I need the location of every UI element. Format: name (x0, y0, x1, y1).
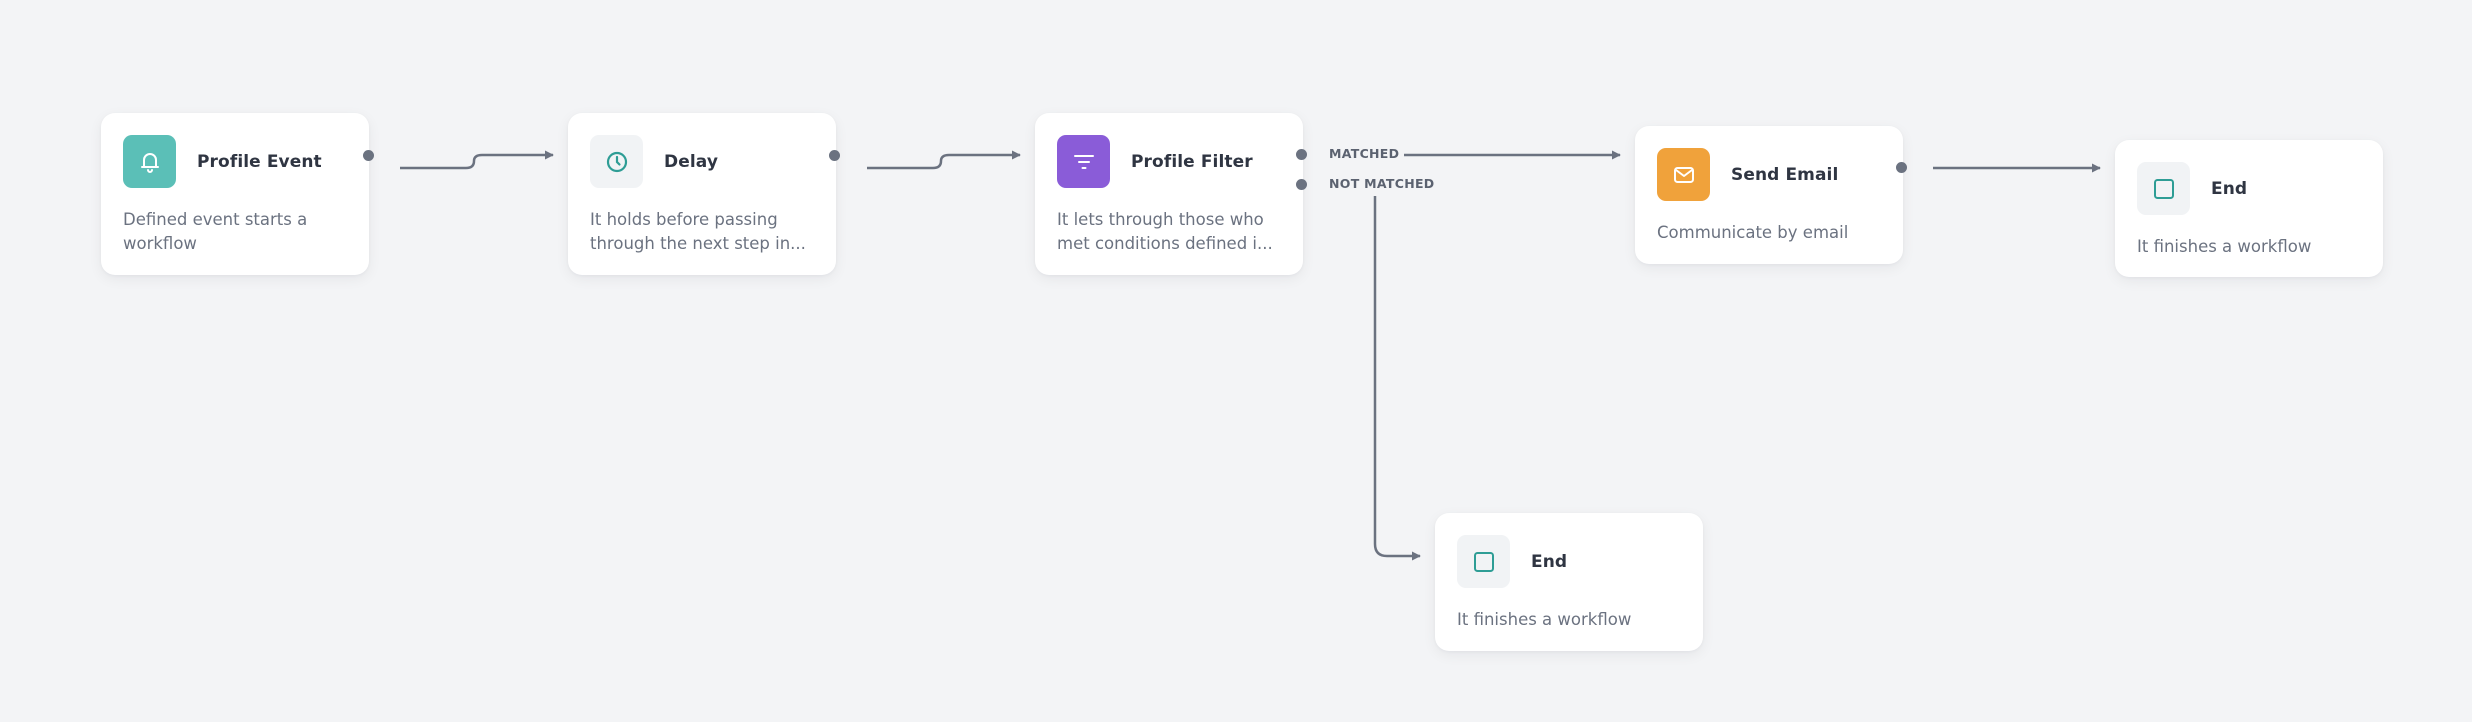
node-profile-filter[interactable]: Profile Filter It lets through those who… (1035, 113, 1303, 275)
node-title: End (2211, 178, 2248, 199)
node-title: End (1531, 551, 1568, 572)
mail-icon (1657, 148, 1710, 201)
node-description: It finishes a workflow (2137, 237, 2312, 256)
node-description: Communicate by email (1657, 223, 1849, 242)
square-icon (1457, 535, 1510, 588)
clock-icon (590, 135, 643, 188)
node-title: Delay (664, 151, 718, 172)
node-profile-event[interactable]: Profile Event Defined event starts a wor… (101, 113, 369, 275)
output-port-matched[interactable] (1296, 149, 1307, 160)
square-icon (2137, 162, 2190, 215)
node-title: Profile Filter (1131, 151, 1253, 172)
bell-icon (123, 135, 176, 188)
output-port-profile-event[interactable] (363, 150, 374, 161)
filter-icon (1057, 135, 1110, 188)
edge-delay-to-profile-filter[interactable] (867, 150, 1021, 170)
edge-not-matched-to-end[interactable] (1373, 196, 1421, 561)
node-description: It finishes a workflow (1457, 610, 1632, 629)
workflow-canvas[interactable]: Profile Event Defined event starts a wor… (0, 0, 2472, 722)
node-title: Profile Event (197, 151, 322, 172)
node-delay[interactable]: Delay It holds before passing through th… (568, 113, 836, 275)
node-end-not-matched[interactable]: End It finishes a workflow (1435, 513, 1703, 651)
edges-layer (400, 150, 2101, 561)
node-description: It holds before passing through the next… (590, 210, 806, 253)
node-end-matched[interactable]: End It finishes a workflow (2115, 140, 2383, 277)
edge-profile-event-to-delay[interactable] (400, 150, 554, 170)
node-description: It lets through those who met conditions… (1057, 210, 1273, 253)
port-label-matched: MATCHED (1329, 146, 1400, 161)
output-port-delay[interactable] (829, 150, 840, 161)
node-title: Send Email (1731, 164, 1839, 185)
output-port-not-matched[interactable] (1296, 179, 1307, 190)
node-description: Defined event starts a workflow (123, 210, 308, 253)
node-send-email[interactable]: Send Email Communicate by email (1635, 126, 1903, 264)
output-port-send-email[interactable] (1896, 162, 1907, 173)
port-label-not-matched: NOT MATCHED (1329, 176, 1435, 191)
